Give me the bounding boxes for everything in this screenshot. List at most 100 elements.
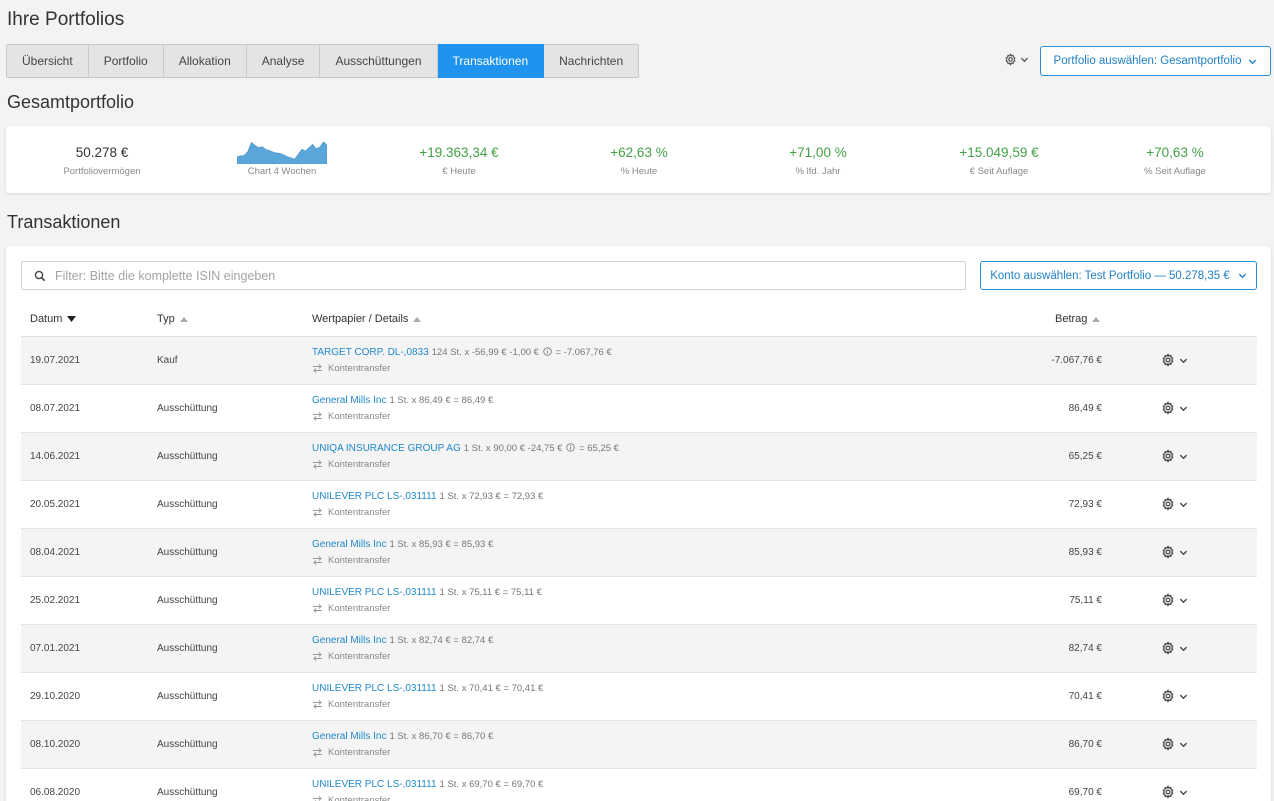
tab-analyse[interactable]: Analyse (246, 44, 321, 78)
portfolio-select-label: Portfolio auswählen: Gesamtportfolio (1053, 55, 1242, 67)
security-link[interactable]: UNILEVER PLC LS-,031111 (312, 491, 437, 502)
cell-date: 19.07.2021 (30, 355, 81, 366)
row-actions-menu[interactable] (1161, 497, 1188, 511)
mini-chart-area (237, 141, 327, 164)
summary-card: 50.278 € Portfoliovermögen Chart 4 Woche… (6, 126, 1271, 193)
security-link[interactable]: UNIQA INSURANCE GROUP AG (312, 443, 461, 454)
cell-wertpapier: General Mills Inc 1 St. x 86,70 € = 86,70… (312, 731, 493, 742)
gear-icon (1162, 497, 1174, 511)
settings-menu-button[interactable] (1004, 53, 1029, 66)
portfolio-select-dropdown[interactable]: Portfolio auswählen: Gesamtportfolio (1040, 46, 1271, 76)
transaction-detail: 1 St. x 69,70 € = 69,70 € (439, 779, 544, 790)
cell-date: 06.08.2020 (30, 787, 81, 798)
transfer-icon (313, 700, 322, 709)
security-link[interactable]: General Mills Inc (312, 539, 386, 550)
tab-transaktionen[interactable]: Transaktionen (437, 44, 545, 78)
security-link[interactable]: General Mills Inc (312, 731, 386, 742)
cell-betrag: 86,49 € (1068, 403, 1102, 414)
cell-wertpapier: UNILEVER PLC LS-,031111 1 St. x 72,93 € =… (312, 491, 543, 502)
portfolio-tabs: Übersicht Portfolio Allokation Analyse A… (6, 44, 640, 78)
security-link[interactable]: UNILEVER PLC LS-,031111 (312, 587, 437, 598)
table-row: 14.06.2021 Ausschüttung UNIQA INSURANCE GR… (21, 433, 1257, 481)
transfer-label: Kontentransfer (328, 507, 391, 518)
cell-typ: Ausschüttung (157, 595, 218, 606)
kpi-label: € Seit Auflage (969, 166, 1029, 177)
cell-wertpapier: UNILEVER PLC LS-,031111 1 St. x 75,11 € =… (312, 587, 542, 598)
column-header-datum[interactable]: Datum (30, 313, 77, 325)
cell-typ: Ausschüttung (157, 643, 218, 654)
cell-date: 08.04.2021 (30, 547, 81, 558)
kpi-label: € Heute (442, 166, 476, 177)
chevron-down-icon (1179, 454, 1188, 459)
transfer-label: Kontentransfer (328, 795, 391, 801)
column-header-wertpapier[interactable]: Wertpapier / Details (312, 313, 422, 325)
row-actions-menu[interactable] (1161, 593, 1188, 607)
transfer-icon (313, 508, 322, 517)
security-link[interactable]: TARGET CORP. DL-,0833 (312, 347, 429, 358)
security-link[interactable]: General Mills Inc (312, 395, 386, 406)
kpi-pct-heute: +62,63 % % Heute (549, 126, 729, 193)
gear-icon (1162, 401, 1174, 415)
row-actions-menu[interactable] (1161, 689, 1188, 703)
konto-select-dropdown[interactable]: Konto auswählen: Test Portfolio — 50.278… (980, 261, 1257, 290)
tab-nachrichten[interactable]: Nachrichten (544, 44, 640, 78)
table-row: 07.01.2021 Ausschüttung General Mills Inc 1… (21, 625, 1257, 673)
security-link[interactable]: UNILEVER PLC LS-,031111 (312, 779, 437, 790)
transfer-label: Kontentransfer (328, 555, 391, 566)
kpi-portfoliovermoegen: 50.278 € Portfoliovermögen (12, 126, 192, 193)
cell-wertpapier: General Mills Inc 1 St. x 86,49 € = 86,49… (312, 395, 493, 406)
cell-date: 20.05.2021 (30, 499, 81, 510)
column-header-typ[interactable]: Typ (157, 313, 188, 325)
transfer-info: Kontentransfer (312, 411, 390, 422)
transfer-label: Kontentransfer (328, 603, 391, 614)
cell-wertpapier: UNIQA INSURANCE GROUP AG 1 St. x 90,00 € … (312, 443, 619, 454)
cell-betrag: 82,74 € (1068, 643, 1102, 654)
tab-allokation[interactable]: Allokation (163, 44, 247, 78)
transfer-label: Kontentransfer (328, 699, 391, 710)
transfer-icon (313, 796, 322, 801)
row-actions-menu[interactable] (1161, 449, 1188, 463)
security-link[interactable]: General Mills Inc (312, 635, 386, 646)
chevron-down-icon (1179, 502, 1188, 507)
row-actions-menu[interactable] (1161, 641, 1188, 655)
sort-asc-icon (1092, 316, 1101, 322)
cell-betrag: 65,25 € (1068, 451, 1102, 462)
transfer-icon (313, 364, 322, 373)
chevron-down-icon (1238, 273, 1246, 279)
transaction-detail: 1 St. x 75,11 € = 75,11 € (439, 587, 542, 598)
column-header-betrag[interactable]: Betrag (1055, 313, 1101, 325)
transfer-info: Kontentransfer (312, 795, 390, 801)
row-actions-menu[interactable] (1161, 785, 1188, 799)
tab-uebersicht[interactable]: Übersicht (6, 44, 89, 78)
kpi-label: % lfd. Jahr (795, 166, 841, 177)
row-actions-menu[interactable] (1161, 401, 1188, 415)
transaction-detail: 1 St. x 90,00 € -24,75 € (463, 443, 563, 454)
cell-date: 29.10.2020 (30, 691, 81, 702)
kpi-label: Portfoliovermögen (63, 166, 141, 177)
transfer-label: Kontentransfer (328, 747, 391, 758)
row-actions-menu[interactable] (1161, 353, 1188, 367)
table-row: 20.05.2021 Ausschüttung UNILEVER PLC LS-,0… (21, 481, 1257, 529)
mini-area-chart[interactable] (237, 140, 327, 164)
tab-ausschuettungen[interactable]: Ausschüttungen (320, 44, 438, 78)
transactions-card: Konto auswählen: Test Portfolio — 50.278… (6, 246, 1271, 801)
cell-betrag: 70,41 € (1068, 691, 1102, 702)
security-link[interactable]: UNILEVER PLC LS-,031111 (312, 683, 437, 694)
transfer-icon (313, 748, 322, 757)
row-actions-menu[interactable] (1161, 737, 1188, 751)
cell-date: 08.10.2020 (30, 739, 81, 750)
transaction-detail: 1 St. x 70,41 € = 70,41 € (439, 683, 544, 694)
search-icon (34, 270, 46, 281)
chevron-down-icon (1179, 550, 1188, 555)
transaction-detail: 124 St. x -56,99 € -1,00 € (431, 347, 539, 358)
isin-filter-input[interactable] (55, 268, 935, 283)
tab-portfolio[interactable]: Portfolio (88, 44, 164, 78)
table-row: 25.02.2021 Ausschüttung UNILEVER PLC LS-,0… (21, 577, 1257, 625)
cell-typ: Ausschüttung (157, 787, 218, 798)
row-actions-menu[interactable] (1161, 545, 1188, 559)
info-icon[interactable] (566, 443, 575, 452)
info-icon[interactable] (543, 347, 552, 356)
transaction-detail: 1 St. x 86,49 € = 86,49 € (389, 395, 494, 406)
cell-typ: Ausschüttung (157, 403, 218, 414)
transfer-info: Kontentransfer (312, 747, 390, 758)
